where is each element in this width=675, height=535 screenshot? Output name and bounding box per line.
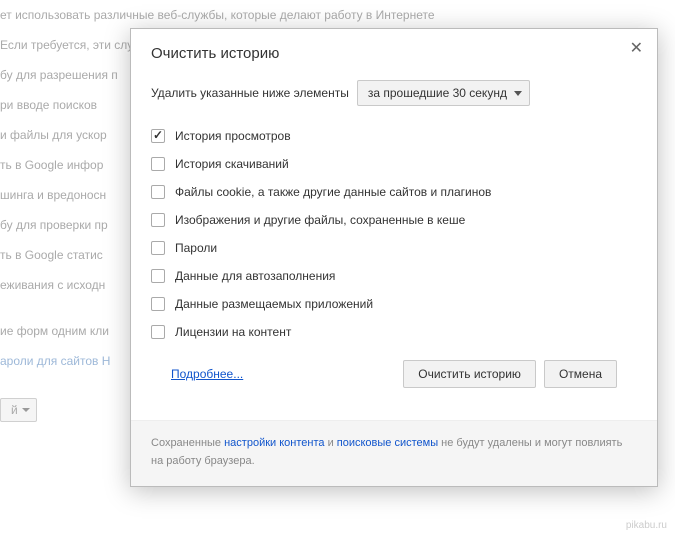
time-range-label: Удалить указанные ниже элементы (151, 86, 349, 100)
option-cached-images[interactable]: Изображения и другие файлы, сохраненные … (151, 206, 637, 234)
checkbox-label: Пароли (175, 241, 217, 255)
option-content-licenses[interactable]: Лицензии на контент (151, 318, 637, 346)
checkbox-icon[interactable] (151, 241, 165, 255)
content-settings-link[interactable]: настройки контента (224, 437, 324, 449)
time-range-row: Удалить указанные ниже элементы за проше… (151, 80, 637, 106)
dialog-header: Очистить историю ✕ (131, 29, 657, 70)
option-passwords[interactable]: Пароли (151, 234, 637, 262)
dialog-footer: Сохраненные настройки контента и поисков… (131, 421, 657, 486)
checkbox-label: История просмотров (175, 129, 291, 143)
checkbox-icon[interactable] (151, 269, 165, 283)
dialog-actions: Подробнее... Очистить историю Отмена (151, 346, 637, 402)
bg-dropdown: й (0, 398, 37, 422)
checkbox-label: История скачиваний (175, 157, 289, 171)
checkbox-label: Изображения и другие файлы, сохраненные … (175, 213, 465, 227)
time-range-select[interactable]: за прошедшие 30 секунд (357, 80, 530, 106)
checkbox-label: Файлы cookie, а также другие данные сайт… (175, 185, 491, 199)
option-cookies[interactable]: Файлы cookie, а также другие данные сайт… (151, 178, 637, 206)
footer-text: Сохраненные (151, 437, 224, 449)
search-engines-link[interactable]: поисковые системы (337, 437, 438, 449)
checkbox-icon[interactable] (151, 129, 165, 143)
option-download-history[interactable]: История скачиваний (151, 150, 637, 178)
cancel-button[interactable]: Отмена (544, 360, 617, 388)
clear-history-dialog: Очистить историю ✕ Удалить указанные ниж… (130, 28, 658, 487)
option-autofill[interactable]: Данные для автозаполнения (151, 262, 637, 290)
footer-text: и (325, 437, 337, 449)
checkbox-label: Лицензии на контент (175, 325, 291, 339)
checkbox-icon[interactable] (151, 213, 165, 227)
checkbox-icon[interactable] (151, 157, 165, 171)
bg-text: ет использовать различные веб-службы, ко… (0, 0, 675, 30)
checkbox-icon[interactable] (151, 185, 165, 199)
dialog-body: Удалить указанные ниже элементы за проше… (131, 70, 657, 421)
option-browsing-history[interactable]: История просмотров (151, 122, 637, 150)
watermark: pikabu.ru (626, 520, 667, 531)
checkbox-icon[interactable] (151, 325, 165, 339)
option-hosted-app-data[interactable]: Данные размещаемых приложений (151, 290, 637, 318)
clear-history-button[interactable]: Очистить историю (403, 360, 536, 388)
checkbox-label: Данные для автозаполнения (175, 269, 335, 283)
close-icon[interactable]: ✕ (630, 41, 643, 57)
learn-more-link[interactable]: Подробнее... (171, 367, 243, 381)
dialog-title: Очистить историю (151, 45, 637, 62)
checkbox-icon[interactable] (151, 297, 165, 311)
checkbox-label: Данные размещаемых приложений (175, 297, 373, 311)
